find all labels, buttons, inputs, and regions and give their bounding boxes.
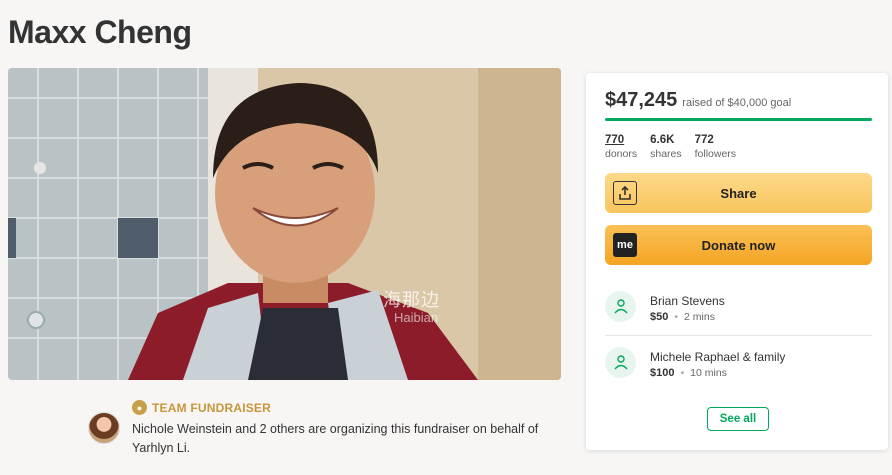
donate-button[interactable]: me Donate now bbox=[605, 225, 872, 265]
fundraiser-photo: 海那边 Haibian bbox=[8, 68, 561, 380]
watermark-subtext: Haibian bbox=[394, 310, 439, 325]
donor-item: Michele Raphael & family $100 • 10 mins bbox=[605, 345, 872, 395]
donate-button-label: Donate now bbox=[701, 237, 776, 253]
raised-summary: $47,245 raised of $40,000 goal bbox=[605, 89, 791, 112]
raised-amount: $47,245 bbox=[605, 89, 678, 111]
donor-meta: $50 • 2 mins bbox=[650, 311, 715, 323]
stat-followers-value: 772 bbox=[694, 134, 714, 146]
stat-donors-label: donors bbox=[605, 148, 638, 160]
donation-card: $47,245 raised of $40,000 goal 770 donor… bbox=[586, 73, 888, 450]
donor-name: Brian Stevens bbox=[650, 294, 725, 308]
separator-dot: • bbox=[674, 311, 679, 323]
progress-fill bbox=[605, 118, 872, 121]
donor-heart-icon bbox=[605, 291, 636, 322]
photo-illustration bbox=[8, 68, 561, 380]
stat-donors[interactable]: 770 donors bbox=[605, 133, 637, 161]
team-fundraiser-badge: ● TEAM FUNDRAISER bbox=[132, 400, 271, 415]
team-icon: ● bbox=[132, 400, 147, 415]
donor-name: Michele Raphael & family bbox=[650, 350, 786, 364]
donor-time: 2 mins bbox=[684, 311, 715, 323]
donor-time: 10 mins bbox=[690, 367, 727, 379]
separator-dot: • bbox=[680, 367, 685, 379]
divider bbox=[605, 335, 872, 336]
stat-donors-value[interactable]: 770 bbox=[605, 133, 637, 147]
donor-heart-icon bbox=[605, 347, 636, 378]
stat-followers-label: followers bbox=[694, 148, 737, 160]
gofundme-icon: me bbox=[613, 233, 637, 257]
donor-amount: $50 bbox=[650, 311, 669, 323]
stats-row: 770 donors 6.6K shares 772 followers bbox=[605, 133, 749, 161]
stat-shares-value: 6.6K bbox=[650, 134, 675, 146]
page-title: Maxx Cheng bbox=[8, 14, 192, 50]
stat-shares: 6.6K shares bbox=[650, 133, 682, 161]
share-button-label: Share bbox=[720, 185, 757, 201]
organizer-description: Nichole Weinstein and 2 others are organ… bbox=[132, 422, 539, 455]
donor-meta: $100 • 10 mins bbox=[650, 367, 727, 379]
donor-item: Brian Stevens $50 • 2 mins bbox=[605, 289, 872, 339]
organizer-section: ● TEAM FUNDRAISER Nichole Weinstein and … bbox=[88, 398, 558, 468]
organizer-avatar[interactable] bbox=[88, 412, 120, 444]
raised-goal: raised of $40,000 goal bbox=[682, 97, 792, 109]
share-button[interactable]: Share bbox=[605, 173, 872, 213]
fundraiser-page: Maxx Cheng 海那边 Haibian ● TEAM FUNDRAISER… bbox=[0, 0, 892, 475]
progress-bar bbox=[605, 118, 872, 121]
see-all-button[interactable]: See all bbox=[707, 407, 769, 431]
donor-amount: $100 bbox=[650, 367, 675, 379]
share-icon bbox=[613, 181, 637, 205]
stat-shares-label: shares bbox=[650, 148, 682, 160]
team-label: TEAM FUNDRAISER bbox=[152, 400, 271, 415]
watermark-text: 海那边 bbox=[383, 290, 440, 310]
stat-followers: 772 followers bbox=[695, 133, 736, 161]
